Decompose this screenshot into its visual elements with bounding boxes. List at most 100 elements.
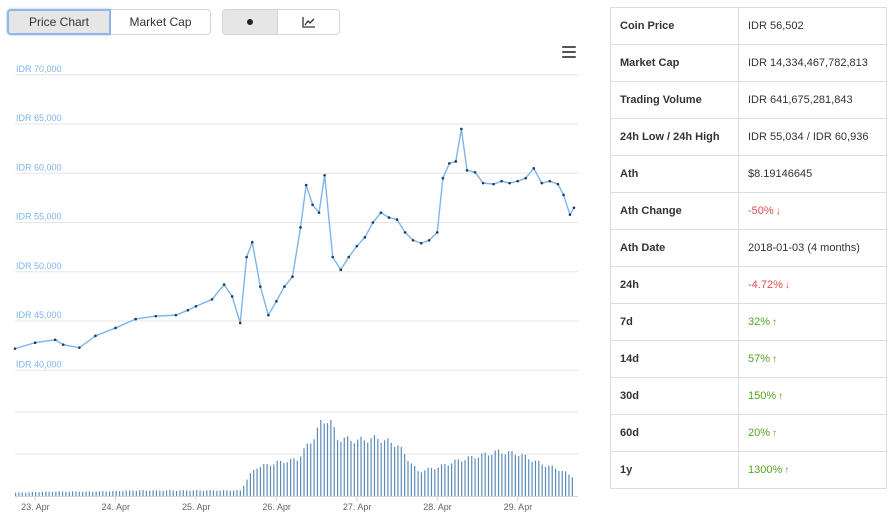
stat-value: 32% xyxy=(748,316,771,328)
x-tick-label: 28. Apr xyxy=(423,502,452,512)
price-point xyxy=(210,298,214,301)
volume-bar xyxy=(55,491,57,496)
line-mode-button[interactable] xyxy=(278,9,340,35)
volume-bar xyxy=(497,449,500,496)
price-point xyxy=(465,169,469,172)
volume-bar xyxy=(410,463,412,496)
chart-mode-toggle: Price Chart Market Cap xyxy=(7,9,211,35)
arrow-down-icon: ↓ xyxy=(784,280,790,291)
price-point xyxy=(524,176,528,180)
price-point xyxy=(411,238,415,242)
stat-row-14d: 14d 57% ↑ xyxy=(610,340,887,378)
x-tick-label: 24. Apr xyxy=(102,502,131,512)
volume-bar xyxy=(437,467,439,496)
price-point xyxy=(508,181,511,185)
volume-bar xyxy=(129,490,131,496)
price-point xyxy=(473,170,477,174)
stat-row-ath: Ath $8.19146645 xyxy=(610,155,887,193)
price-point xyxy=(460,127,463,131)
price-point xyxy=(441,176,445,180)
y-tick-label: IDR 40,000 xyxy=(16,359,62,369)
price-point xyxy=(154,314,158,318)
volume-bar xyxy=(427,467,429,496)
price-point xyxy=(419,241,423,245)
hamburger-menu-icon[interactable] xyxy=(562,46,576,58)
volume-bar xyxy=(474,458,476,496)
y-tick-label: IDR 45,000 xyxy=(16,310,62,320)
stat-label: Coin Price xyxy=(610,7,739,45)
volume-bar xyxy=(300,456,302,496)
volume-bar xyxy=(565,471,567,496)
stat-label: Market Cap xyxy=(610,44,739,82)
stat-label: Ath Date xyxy=(610,229,739,267)
price-chart-button[interactable]: Price Chart xyxy=(7,9,111,35)
stat-value: -4.72% xyxy=(748,279,783,291)
volume-bar xyxy=(353,443,355,496)
y-tick-label: IDR 70,000 xyxy=(16,64,62,74)
volume-bar xyxy=(380,442,382,496)
volume-bar xyxy=(209,490,211,496)
volume-bar xyxy=(494,450,496,496)
price-point xyxy=(395,218,399,221)
volume-bar xyxy=(233,490,235,496)
volume-bar xyxy=(511,450,513,496)
dot-icon xyxy=(247,19,253,25)
volume-bar xyxy=(222,490,225,496)
volume-bar xyxy=(92,491,94,496)
volume-bar xyxy=(393,447,396,496)
price-point xyxy=(245,255,248,259)
price-point xyxy=(339,268,343,272)
volume-bar xyxy=(481,453,483,496)
volume-bar xyxy=(363,440,366,496)
price-point xyxy=(572,206,576,210)
volume-bar xyxy=(397,445,399,496)
price-point xyxy=(186,308,190,312)
price-point xyxy=(371,221,375,224)
price-point xyxy=(500,179,503,183)
volume-bar xyxy=(165,490,168,496)
price-line xyxy=(14,128,575,350)
volume-bar xyxy=(48,491,50,496)
volume-bar xyxy=(387,438,389,496)
market-cap-button[interactable]: Market Cap xyxy=(111,9,211,35)
dot-mode-button[interactable] xyxy=(222,9,278,35)
volume-bar xyxy=(216,490,218,496)
stat-label: 24h Low / 24h High xyxy=(610,118,739,156)
volume-bar xyxy=(31,491,33,496)
volume-bar xyxy=(471,455,473,496)
volume-bar xyxy=(142,490,144,496)
stat-label: 1y xyxy=(610,451,739,489)
price-point xyxy=(13,347,17,350)
volume-bar xyxy=(51,491,54,496)
volume-bar xyxy=(112,490,114,496)
x-tick-label: 26. Apr xyxy=(262,502,291,512)
arrow-up-icon: ↑ xyxy=(778,391,784,402)
x-tick-label: 29. Apr xyxy=(504,502,533,512)
volume-bar xyxy=(524,454,526,496)
volume-bar xyxy=(179,490,181,496)
price-point xyxy=(78,346,81,349)
volume-bar xyxy=(246,479,248,496)
volume-bar xyxy=(340,441,342,496)
volume-bar xyxy=(108,491,111,496)
volume-bar xyxy=(440,464,443,496)
volume-bar xyxy=(514,454,516,496)
arrow-down-icon: ↓ xyxy=(775,206,781,217)
arrow-up-icon: ↑ xyxy=(772,317,778,328)
volume-bar xyxy=(558,471,560,496)
price-point xyxy=(259,285,262,288)
stat-row-coin-price: Coin Price IDR 56,502 xyxy=(610,7,887,45)
volume-bar xyxy=(182,490,184,496)
volume-bar xyxy=(303,448,305,496)
volume-bar xyxy=(169,490,171,496)
volume-bar xyxy=(189,490,191,496)
stat-row-ath-date: Ath Date 2018-01-03 (4 months) xyxy=(610,229,887,267)
stat-label: 14d xyxy=(610,340,739,378)
stat-value: IDR 14,334,467,782,813 xyxy=(738,44,887,82)
volume-bar xyxy=(568,474,570,496)
volume-bar xyxy=(135,490,137,496)
price-point xyxy=(311,203,314,207)
volume-bar xyxy=(504,454,506,496)
price-point xyxy=(61,343,65,346)
volume-bar xyxy=(561,470,563,496)
